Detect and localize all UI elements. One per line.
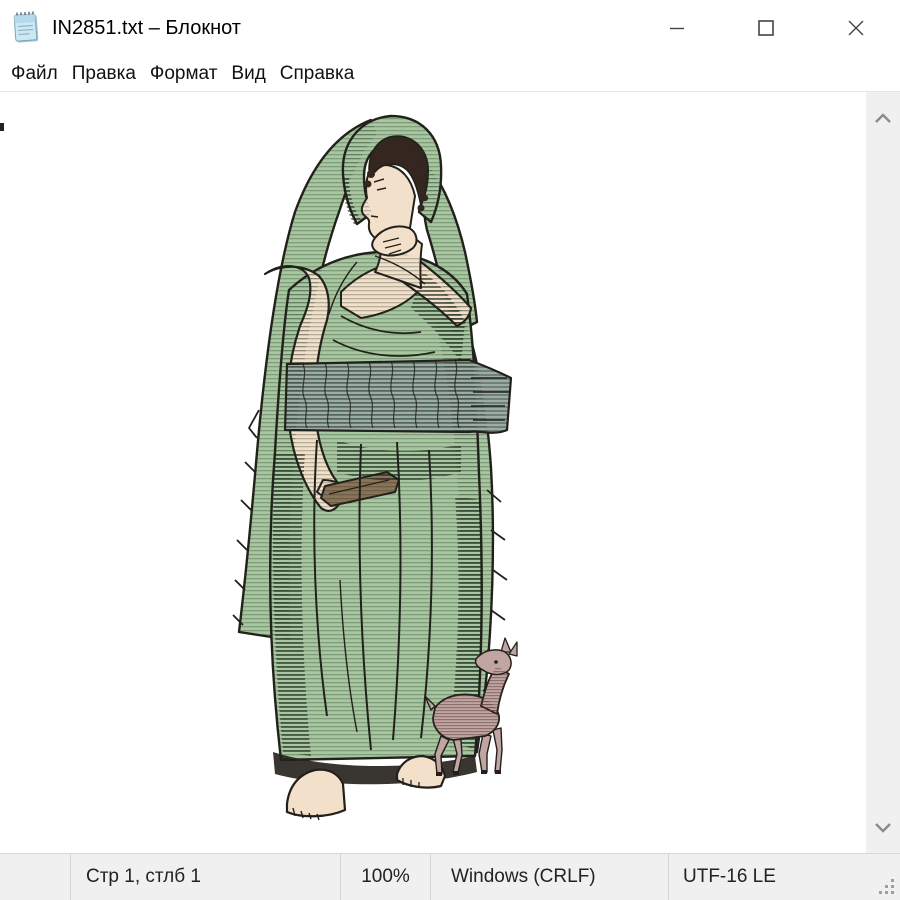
text-area[interactable] — [0, 92, 900, 853]
text-caret — [0, 123, 4, 131]
menu-edit[interactable]: Правка — [71, 61, 137, 87]
menu-bar: Файл Правка Формат Вид Справка — [0, 56, 900, 92]
notepad-icon — [9, 9, 43, 47]
illustration-veiled-woman-with-fawn — [225, 110, 525, 822]
menu-help[interactable]: Справка — [279, 61, 356, 87]
title-bar: IN2851.txt – Блокнот — [0, 0, 900, 56]
chevron-down-icon — [874, 822, 892, 833]
chevron-up-icon — [874, 113, 892, 124]
vertical-scrollbar[interactable] — [866, 92, 900, 853]
minimize-button[interactable] — [654, 0, 700, 56]
resize-grip[interactable] — [877, 877, 897, 897]
status-cursor-position: Стр 1, стлб 1 — [70, 854, 340, 900]
close-button[interactable] — [833, 0, 879, 56]
menu-view[interactable]: Вид — [230, 61, 266, 87]
maximize-icon — [757, 19, 775, 37]
status-encoding: UTF-16 LE — [668, 854, 878, 900]
status-zoom-level: 100% — [340, 854, 430, 900]
minimize-icon — [669, 20, 685, 36]
maximize-button[interactable] — [743, 0, 789, 56]
scroll-up-button[interactable] — [866, 96, 900, 140]
status-bar: Стр 1, стлб 1 100% Windows (CRLF) UTF-16… — [0, 853, 900, 900]
menu-file[interactable]: Файл — [10, 61, 59, 87]
notepad-window: IN2851.txt – Блокнот Файл Правка Формат … — [0, 0, 900, 900]
close-icon — [847, 19, 865, 37]
scroll-down-button[interactable] — [866, 805, 900, 849]
menu-format[interactable]: Формат — [149, 61, 219, 87]
status-line-ending: Windows (CRLF) — [430, 854, 668, 900]
window-title: IN2851.txt – Блокнот — [52, 0, 241, 56]
